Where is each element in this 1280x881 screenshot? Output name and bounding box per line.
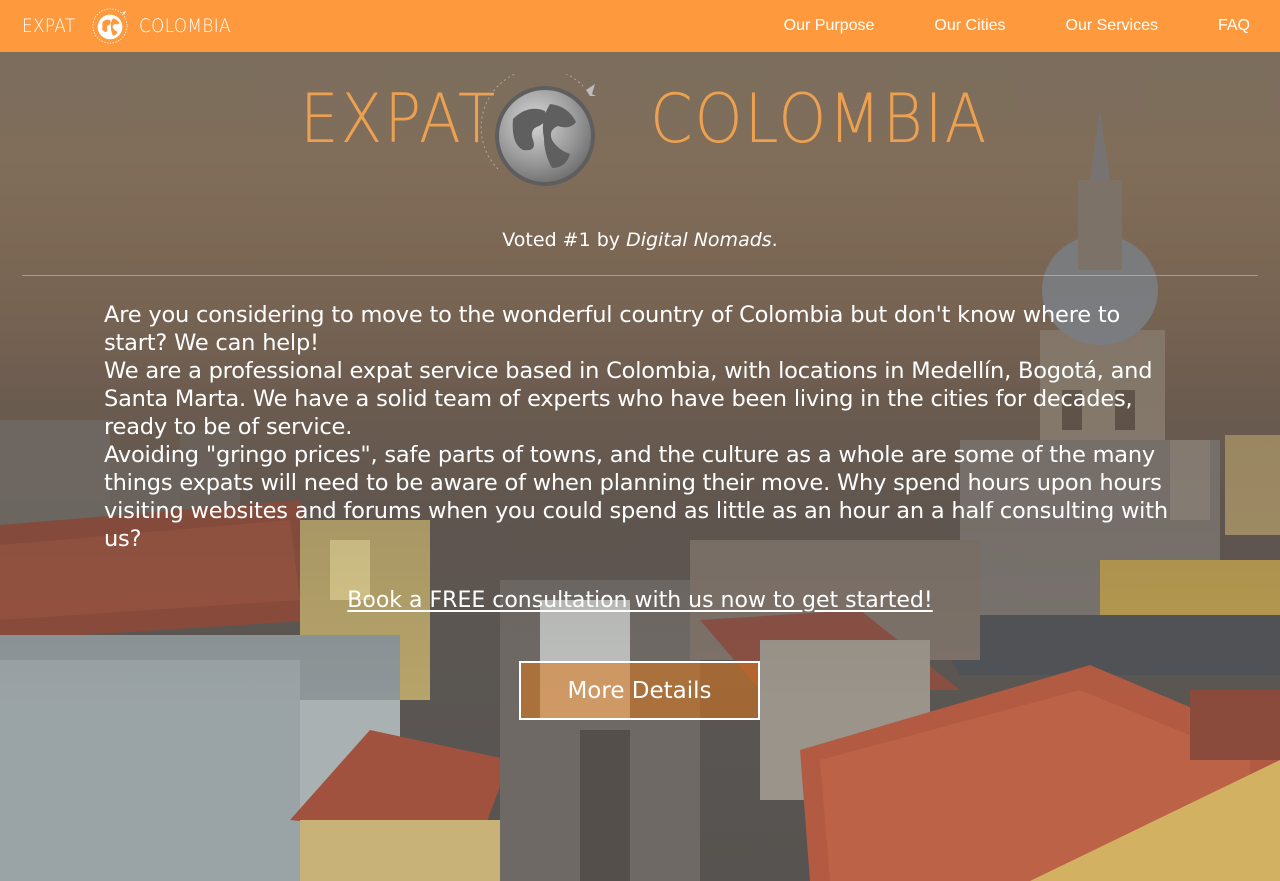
- voted-emphasis: Digital Nomads: [626, 229, 772, 251]
- cta-link-wrapper: Book a FREE consultation with us now to …: [0, 588, 1280, 613]
- book-consultation-link[interactable]: Book a FREE consultation with us now to …: [347, 588, 932, 613]
- voted-tagline: Voted #1 by Digital Nomads.: [0, 229, 1280, 251]
- voted-suffix: .: [771, 229, 778, 251]
- nav-link-our-services[interactable]: Our Services: [1066, 17, 1158, 35]
- divider: [22, 275, 1258, 276]
- hero-logo: EXPAT COLOMBIA: [298, 72, 988, 192]
- brand-logo[interactable]: EXPAT COLOMBIA: [22, 8, 243, 44]
- nav-link-faq[interactable]: FAQ: [1218, 17, 1250, 35]
- top-navbar: EXPAT COLOMBIA Our Purpose Our Cities Ou…: [0, 0, 1280, 52]
- intro-paragraph-2: We are a professional expat service base…: [104, 358, 1153, 440]
- globe-icon: [480, 74, 596, 186]
- voted-prefix: Voted #1 by: [502, 229, 627, 251]
- brand-word-right: COLOMBIA: [138, 15, 231, 37]
- globe-icon: [92, 8, 128, 44]
- hero-logo-word-right: COLOMBIA: [650, 80, 989, 159]
- intro-paragraph-1: Are you considering to move to the wonde…: [104, 302, 1121, 356]
- nav-link-our-purpose[interactable]: Our Purpose: [784, 17, 875, 35]
- brand-word-left: EXPAT: [22, 15, 76, 37]
- more-details-button[interactable]: More Details: [519, 661, 760, 720]
- nav-link-our-cities[interactable]: Our Cities: [934, 17, 1005, 35]
- nav-links: Our Purpose Our Cities Our Services FAQ: [724, 0, 1250, 52]
- intro-text: Are you considering to move to the wonde…: [104, 301, 1184, 553]
- intro-paragraph-3: Avoiding "gringo prices", safe parts of …: [104, 442, 1168, 552]
